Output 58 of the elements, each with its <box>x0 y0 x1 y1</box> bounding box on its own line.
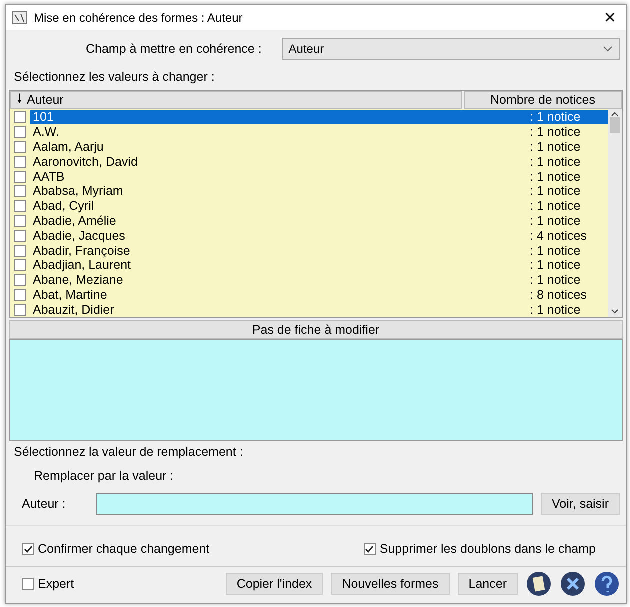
scrollbar[interactable] <box>608 109 622 317</box>
window-title: Mise en cohérence des formes : Auteur <box>34 10 244 24</box>
field-label: Auteur : <box>22 497 67 511</box>
checkbox[interactable] <box>14 200 26 212</box>
checkbox[interactable] <box>14 244 26 257</box>
notebook-icon[interactable] <box>526 571 552 597</box>
scrollbar-thumb[interactable] <box>610 117 620 133</box>
column-header[interactable]: Nombre de notices <box>464 91 622 109</box>
checkbox[interactable] <box>14 274 26 286</box>
field-label: Champ à mettre en cohérence : <box>86 42 262 56</box>
list-row[interactable]: Abad, Cyril : 1 notice <box>30 199 608 214</box>
action-button[interactable]: Lancer <box>458 573 518 595</box>
list-row[interactable]: Aaronovitch, David : 1 notice <box>30 154 608 169</box>
group-title: Sélectionnez la valeur de remplacement : <box>13 444 244 461</box>
list-row[interactable]: 101 : 1 notice <box>30 110 608 124</box>
list-row[interactable]: Abadie, Jacques : 4 notices <box>30 228 608 243</box>
app-icon <box>12 10 28 24</box>
list-row[interactable]: Abadjian, Laurent : 1 notice <box>30 258 608 272</box>
checkbox[interactable] <box>14 185 26 198</box>
subgroup-title: Remplacer par la valeur : <box>33 468 175 485</box>
list-row[interactable]: Abane, Meziane : 1 notice <box>30 273 608 288</box>
chevron-down-icon[interactable] <box>611 309 619 314</box>
list-row[interactable]: Abadie, Amélie : 1 notice <box>30 214 608 228</box>
help-icon[interactable] <box>594 571 620 597</box>
chevron-up-icon[interactable] <box>611 112 619 117</box>
checkbox[interactable] <box>14 214 26 227</box>
expert-checkbox[interactable]: Expert <box>20 577 218 591</box>
panel-header: Pas de fiche à modifier <box>9 320 623 339</box>
checkmark-icon <box>365 544 374 554</box>
chevron-down-icon <box>603 46 613 52</box>
close-icon[interactable] <box>560 571 586 597</box>
checkbox[interactable] <box>14 304 26 316</box>
checkbox[interactable] <box>14 230 26 242</box>
checkbox[interactable] <box>14 156 26 168</box>
view-button[interactable]: Voir, saisir <box>541 493 620 515</box>
list-row[interactable]: Abat, Martine : 8 notices <box>30 288 608 302</box>
checkbox[interactable] <box>14 259 26 272</box>
close-button[interactable]: × <box>600 8 620 28</box>
list-row[interactable]: AATB : 1 notice <box>30 170 608 184</box>
checkbox[interactable] <box>14 140 26 153</box>
option-checkbox[interactable]: Confirmer chaque changement <box>20 542 210 556</box>
column-header[interactable]: 🠗 Auteur <box>10 91 462 109</box>
action-button[interactable]: Nouvelles formes <box>331 573 450 595</box>
checkbox[interactable] <box>14 126 26 138</box>
checkbox[interactable] <box>14 288 26 301</box>
list-row[interactable]: Abauzit, Didier : 1 notice <box>30 302 608 317</box>
action-button[interactable]: Copier l'index <box>226 573 324 595</box>
list-row[interactable]: Abadir, Françoise : 1 notice <box>30 244 608 258</box>
option-checkbox[interactable]: Supprimer les doublons dans le champ <box>362 542 596 556</box>
replacement-field[interactable] <box>96 493 534 515</box>
list-row[interactable]: Ababsa, Myriam : 1 notice <box>30 184 608 198</box>
checkbox[interactable] <box>14 170 26 183</box>
list-row[interactable]: Aalam, Aarju : 1 notice <box>30 140 608 154</box>
checkmark-icon <box>24 544 32 554</box>
group-title: Sélectionnez les valeurs à changer : <box>13 69 216 86</box>
field-dropdown[interactable]: Auteur <box>282 38 620 60</box>
list-row[interactable]: A.W. : 1 notice <box>30 125 608 140</box>
checkbox[interactable] <box>14 111 26 124</box>
